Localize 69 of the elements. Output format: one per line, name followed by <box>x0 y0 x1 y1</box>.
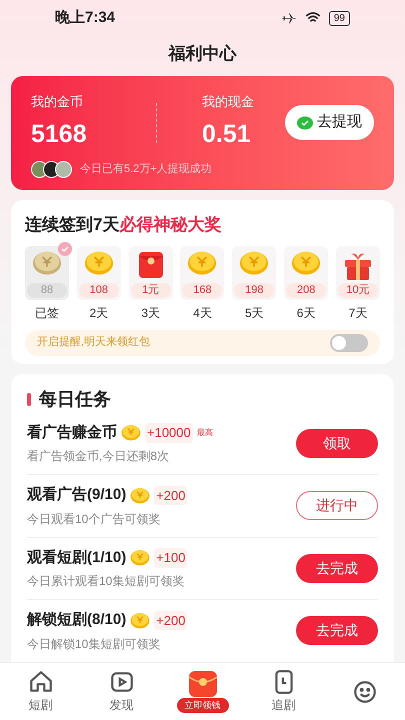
task-name: 观看短剧(1/10) <box>27 548 126 568</box>
task-name: 解锁短剧(8/10) <box>27 610 126 630</box>
nav-tab[interactable]: 发现 <box>81 663 162 720</box>
task-button[interactable]: 进行中 <box>296 491 378 520</box>
task-reward: +100 <box>154 548 188 568</box>
coins-value: 5168 <box>31 118 88 150</box>
cash-value: 0.51 <box>202 118 252 150</box>
task-reward: +10000 <box>145 423 193 442</box>
checkin-day-tile[interactable]: 208 <box>284 246 328 300</box>
withdraw-note: 今日已有5.2万+人提现成功 <box>80 162 212 178</box>
reward-note: 最高 <box>196 426 213 439</box>
withdraw-button[interactable]: 去提现 <box>285 105 374 140</box>
avatar <box>55 161 72 178</box>
checkin-day-tile[interactable]: 10元 <box>336 246 380 300</box>
reward-amount: 1元 <box>130 282 171 298</box>
section-marker <box>27 392 31 406</box>
day-label: 2天 <box>89 304 108 322</box>
nav-tab[interactable]: 追剧 <box>243 663 324 720</box>
smiley-icon <box>352 678 378 704</box>
reward-amount: 168 <box>182 282 222 298</box>
task-description: 今日解锁10集短剧可领奖 <box>27 636 162 652</box>
status-time: 晚上7:34 <box>55 8 116 28</box>
coin-icon <box>187 250 218 275</box>
checkin-day-tile[interactable]: 168 <box>180 246 224 300</box>
task-button[interactable]: 领取 <box>296 428 378 458</box>
home-icon <box>28 669 54 695</box>
coin-icon <box>84 250 114 275</box>
reminder-toggle[interactable] <box>330 334 368 352</box>
battery-indicator: 99 <box>328 10 350 26</box>
checkin-day-tile[interactable]: 1元 <box>128 246 173 300</box>
task-reward: +200 <box>154 486 188 505</box>
coin-icon <box>239 250 270 275</box>
task-description: 今日观看10个广告可领奖 <box>27 510 162 528</box>
checkin-title: 连续签到7天必得神秘大奖 <box>25 214 222 236</box>
coin-icon <box>291 250 322 275</box>
reward-amount: 198 <box>234 282 274 298</box>
page-title: 福利中心 <box>168 43 236 66</box>
day-label: 3天 <box>141 304 160 322</box>
coin-icon <box>130 612 150 629</box>
reward-amount: 208 <box>286 282 326 298</box>
task-description: 今日累计观看10集短剧可领奖 <box>27 573 186 590</box>
check-badge-icon <box>58 242 72 256</box>
coins-label: 我的金币 <box>31 93 84 111</box>
nav-tab[interactable]: 短剧 <box>0 663 81 720</box>
tasks-title: 每日任务 <box>39 388 111 410</box>
day-label: 4天 <box>193 304 212 322</box>
coin-icon <box>32 250 62 275</box>
chat-bubble-icon <box>297 116 313 130</box>
day-label: 5天 <box>244 304 264 322</box>
task-name: 看广告赚金币 <box>27 422 117 442</box>
task-reward: +200 <box>154 610 188 630</box>
task-button[interactable]: 去完成 <box>296 616 378 646</box>
checkin-day-tile[interactable]: 108 <box>76 246 121 300</box>
day-label: 已签 <box>35 304 59 322</box>
task-name: 观看广告(9/10) <box>27 485 126 505</box>
reward-amount: 108 <box>78 282 119 298</box>
coin-icon <box>130 549 150 566</box>
task-description: 看广告领金币,今日还剩8次 <box>27 448 170 465</box>
day-label: 6天 <box>296 304 316 322</box>
day-label: 7天 <box>348 304 368 322</box>
task-button[interactable]: 去完成 <box>296 554 378 583</box>
nav-tab[interactable]: 立即领钱 <box>162 663 243 720</box>
reward-amount: 88 <box>27 282 67 298</box>
reminder-label: 开启提醒,明天来领红包 <box>37 334 150 350</box>
cash-label: 我的现金 <box>202 93 255 111</box>
coin-icon <box>130 486 150 504</box>
reward-amount: 10元 <box>338 282 378 298</box>
checkin-day-tile[interactable]: 198 <box>232 246 276 300</box>
coin-icon <box>121 424 141 442</box>
